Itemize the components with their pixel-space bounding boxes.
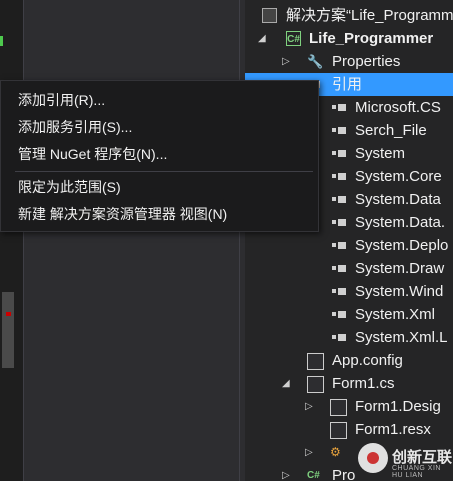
tree-node-reference[interactable]: System.Draw (245, 257, 453, 280)
tree-node-label: Serch_File (355, 122, 427, 139)
tree-node-label: 引用 (332, 76, 363, 93)
reference-icon (332, 335, 336, 339)
tree-node-label: System.Wind (355, 283, 444, 300)
tree-node-reference[interactable]: System.Deplo (245, 234, 453, 257)
tree-node-label: Life_Programmer (309, 30, 434, 47)
watermark-logo-icon (358, 443, 388, 473)
expanded-arrow-icon[interactable]: ◢ (258, 27, 266, 50)
reference-icon (332, 266, 336, 270)
reference-icon (332, 220, 336, 224)
menu-item-label: 管理 NuGet 程序包(N)... (18, 146, 168, 162)
menu-item-manage-nuget[interactable]: 管理 NuGet 程序包(N)... (1, 141, 318, 167)
csharp-project-icon: C# (286, 31, 301, 46)
tree-node-label: Form1.resx (355, 421, 431, 438)
tree-node-properties[interactable]: ▷ 🔧 Properties (245, 50, 453, 73)
tree-node-label: System.Xml.L (355, 329, 448, 346)
reference-icon-part (338, 104, 346, 111)
menu-item-scope-to-this[interactable]: 限定为此范围(S) (1, 174, 318, 200)
watermark-title: 创新互联 (392, 449, 453, 466)
breakpoint-marker (6, 312, 11, 316)
tree-node-solution[interactable]: 解决方案“Life_Programmer” (245, 4, 453, 27)
reference-icon-part (338, 219, 346, 226)
config-file-icon (307, 353, 324, 370)
reference-icon (332, 174, 336, 178)
tree-node-app-config[interactable]: App.config (245, 349, 453, 372)
pane-divider[interactable] (239, 0, 240, 481)
solution-icon (262, 8, 277, 23)
tree-node-label: 解决方案“Life_Programmer” (286, 7, 453, 24)
reference-icon-part (338, 242, 346, 249)
reference-icon (332, 243, 336, 247)
menu-item-label: 添加引用(R)... (18, 92, 106, 108)
menu-item-label: 添加服务引用(S)... (18, 119, 133, 135)
tree-node-reference[interactable]: System.Xml.L (245, 326, 453, 349)
tree-node-label: Properties (332, 53, 401, 70)
tree-node-reference[interactable]: System.Xml (245, 303, 453, 326)
tree-node-label: System.Data. (355, 214, 446, 231)
reference-icon-part (338, 150, 346, 157)
collapsed-arrow-icon[interactable]: ▷ (305, 395, 313, 418)
collapsed-arrow-icon[interactable]: ▷ (282, 50, 290, 73)
program-icon: ⚙ (330, 445, 341, 459)
tree-node-form1-designer[interactable]: ▷ Form1.Desig (245, 395, 453, 418)
editor-area (23, 0, 246, 481)
editor-margin (0, 0, 23, 481)
reference-icon-part (338, 311, 346, 318)
tree-node-label: System.Deplo (355, 237, 449, 254)
tree-node-project[interactable]: ◢ C# Life_Programmer (245, 27, 453, 50)
reference-icon-part (338, 173, 346, 180)
reference-icon-part (338, 288, 346, 295)
tree-node-label: App.config (332, 352, 403, 369)
form-icon (307, 376, 324, 393)
reference-icon (332, 197, 336, 201)
tree-node-label: System.Data (355, 191, 441, 208)
menu-item-add-reference[interactable]: 添加引用(R)... (1, 87, 318, 113)
tree-node-label: Form1.Desig (355, 398, 441, 415)
resx-file-icon (330, 422, 347, 439)
solution-explorer: 解决方案“Life_Programmer” ◢ C# Life_Programm… (245, 0, 453, 481)
reference-icon (332, 151, 336, 155)
reference-icon (332, 105, 336, 109)
tree-node-label: Pro (332, 467, 356, 481)
change-indicator (0, 36, 3, 46)
wrench-icon: 🔧 (307, 54, 324, 69)
csharp-file-icon: C# (307, 470, 320, 481)
tree-node-label: System.Xml (355, 306, 436, 323)
reference-icon-part (338, 334, 346, 341)
menu-item-label: 限定为此范围(S) (18, 179, 121, 195)
context-menu: 添加引用(R)... 添加服务引用(S)... 管理 NuGet 程序包(N).… (0, 80, 319, 232)
tree-node-label: System (355, 145, 406, 162)
menu-item-new-explorer-view[interactable]: 新建 解决方案资源管理器 视图(N) (1, 201, 318, 227)
tree-node-label: Form1.cs (332, 375, 395, 392)
collapsed-arrow-icon[interactable]: ▷ (282, 464, 290, 481)
expanded-arrow-icon[interactable]: ◢ (282, 372, 290, 395)
tree-node-form1[interactable]: ◢ Form1.cs (245, 372, 453, 395)
scrollbar-thumb[interactable] (2, 292, 14, 368)
menu-item-label: 新建 解决方案资源管理器 视图(N) (18, 206, 228, 222)
tree-node-form1-resx[interactable]: Form1.resx (245, 418, 453, 441)
collapsed-arrow-icon[interactable]: ▷ (305, 441, 313, 464)
tree-node-label: Microsoft.CS (355, 99, 441, 116)
reference-icon-part (338, 196, 346, 203)
tree-node-label: System.Core (355, 168, 442, 185)
cs-file-icon (330, 399, 347, 416)
watermark: 创新互联 CHUANG XIN HU LIAN (358, 440, 453, 479)
watermark-subtitle: CHUANG XIN HU LIAN (392, 465, 441, 479)
reference-icon-part (338, 127, 346, 134)
reference-icon (332, 289, 336, 293)
tree-node-label: System.Draw (355, 260, 445, 277)
reference-icon (332, 312, 336, 316)
reference-icon-part (338, 265, 346, 272)
menu-item-add-service-reference[interactable]: 添加服务引用(S)... (1, 114, 318, 140)
tree-node-reference[interactable]: System.Wind (245, 280, 453, 303)
reference-icon (332, 128, 336, 132)
menu-separator (15, 171, 313, 172)
